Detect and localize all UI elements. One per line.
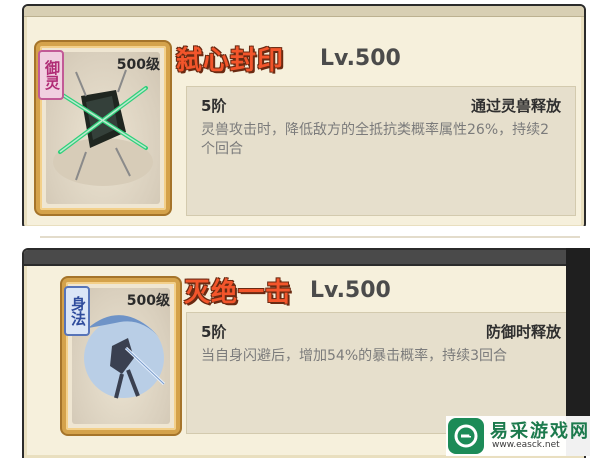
card-type-badge: 身法	[64, 286, 90, 336]
skill-panel-1: 御灵 500级 弑心封印 Lv.500 5阶 通过灵兽释放 灵兽攻击时，降低敌方…	[22, 4, 586, 230]
skill-card[interactable]: 御灵 500级	[36, 42, 170, 214]
skill-description: 灵兽攻击时，降低敌方的全抵抗类概率属性26%，持续2个回合	[201, 122, 550, 157]
card-type-badge: 御灵	[38, 50, 64, 100]
skill-tier: 5阶	[201, 97, 227, 115]
panel-top-band	[24, 6, 584, 17]
skill-card[interactable]: 身法 500级	[62, 278, 180, 434]
site-watermark: 易采游戏网 www.easck.net	[446, 416, 590, 456]
skill-title: 灭绝一击	[184, 278, 293, 308]
skill-trigger: 通过灵兽释放	[470, 97, 561, 115]
watermark-url: www.easck.net	[492, 440, 560, 450]
skill-info-box: 5阶 通过灵兽释放 灵兽攻击时，降低敌方的全抵抗类概率属性26%，持续2个回合	[186, 86, 576, 216]
card-level-label: 500级	[116, 57, 160, 73]
skill-description: 当自身闪避后，增加54%的暴击概率，持续3回合	[201, 348, 508, 364]
panel-separator	[0, 226, 590, 248]
easck-logo-icon	[448, 418, 484, 454]
skill-level: Lv.500	[310, 278, 391, 303]
skill-tier: 5阶	[201, 323, 227, 341]
skill-title: 弑心封印	[176, 46, 285, 76]
panel-top-band	[24, 250, 584, 266]
card-level-label: 500级	[126, 293, 170, 309]
skill-trigger: 防御时释放	[485, 323, 561, 341]
skill-level: Lv.500	[320, 46, 401, 71]
